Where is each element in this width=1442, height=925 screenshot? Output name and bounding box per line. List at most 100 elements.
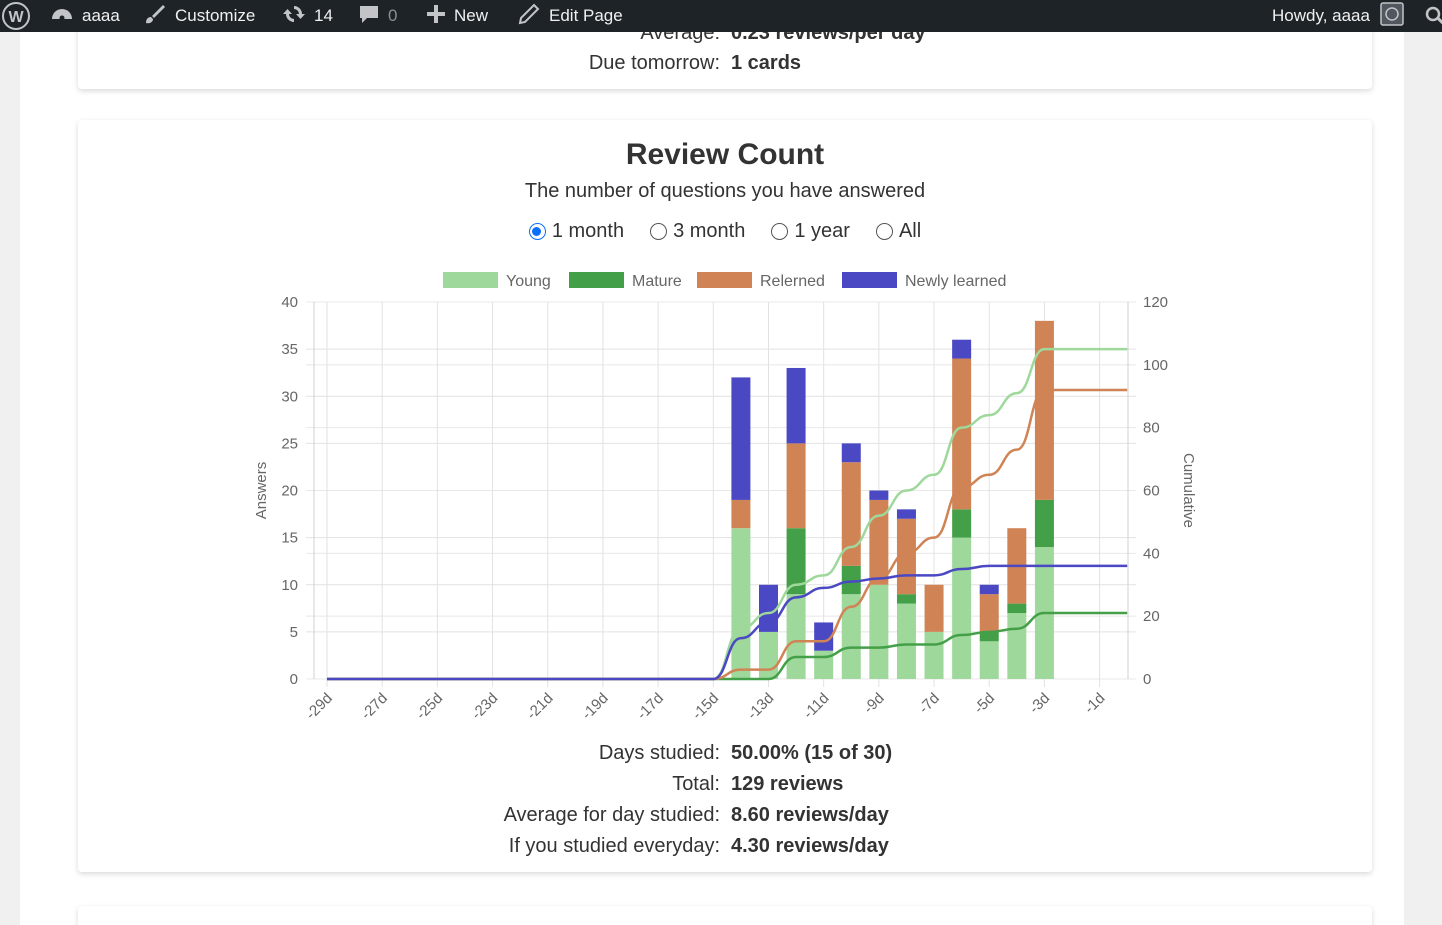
bar-segment — [731, 528, 751, 679]
y2-tick-label: 100 — [1143, 357, 1168, 374]
comment-bubble-icon — [358, 3, 380, 30]
stat-value: 8.60 reviews/day — [731, 804, 889, 826]
stat-value: 50.00% (15 of 30) — [731, 742, 893, 764]
card-subtitle: The number of questions you have answere… — [524, 180, 926, 202]
chart-cumulative-lines — [327, 347, 1128, 681]
comments-count: 0 — [388, 6, 398, 25]
bar-segment — [924, 584, 944, 632]
stat-label: Days studied: — [598, 742, 720, 764]
range-all[interactable]: All — [875, 220, 921, 243]
y2-tick-label: 80 — [1143, 420, 1160, 437]
y2-tick-label: 0 — [1143, 671, 1151, 688]
bar-segment — [896, 603, 916, 679]
dashboard-icon — [50, 3, 74, 30]
bar-segment — [979, 594, 999, 632]
legend-label: Relerned — [760, 273, 825, 290]
bar-segment — [786, 443, 806, 529]
y-axis-title: Answers — [253, 462, 270, 520]
bar-segment — [952, 339, 972, 359]
radio-label: 1 year — [794, 220, 850, 242]
x-tick-label: -11d — [800, 690, 832, 722]
x-tick-label: -3d — [1026, 690, 1053, 717]
site-name: aaaa — [82, 6, 120, 25]
x-tick-label: -25d — [413, 690, 446, 723]
review-count-chart: 0510152025303540020406080100120-29d -27d -… — [253, 272, 1197, 723]
bar-segment — [1007, 603, 1027, 614]
y2-axis-title: Cumulative — [1180, 453, 1197, 528]
chart-bars — [731, 320, 1054, 679]
bar-segment — [1034, 499, 1054, 548]
radio-circle[interactable] — [875, 223, 893, 240]
legend-label: Young — [506, 273, 551, 290]
radio-label: 3 month — [673, 220, 746, 242]
stat-value: 1 cards — [731, 52, 802, 74]
chart-legend[interactable]: Young Mature Relerned Newly learned — [443, 272, 1006, 290]
bar-segment — [952, 537, 972, 679]
search-icon[interactable] — [1424, 0, 1442, 32]
bar-segment — [869, 490, 889, 500]
y2-tick-label: 120 — [1143, 294, 1168, 311]
range-1-month[interactable]: 1 month — [528, 220, 624, 243]
howdy-label: Howdy, aaaa — [1272, 6, 1370, 25]
radio-circle[interactable] — [650, 223, 668, 240]
stat-label: Due tomorrow: — [588, 52, 720, 74]
y-tick-label: 20 — [281, 483, 298, 500]
bar-segment — [731, 377, 751, 500]
x-tick-label: -13d — [744, 690, 777, 723]
plus-icon — [426, 4, 446, 29]
bar-segment — [1034, 320, 1054, 500]
stat-value: 129 reviews — [731, 773, 844, 795]
bar-segment — [731, 499, 751, 529]
x-tick-label: -1d — [1081, 690, 1108, 717]
x-tick-label: -5d — [971, 690, 998, 717]
legend-label: Mature — [632, 273, 682, 290]
pencil-icon — [517, 3, 541, 30]
legend-swatch — [842, 272, 897, 288]
updates-link[interactable]: 14 — [282, 0, 333, 32]
my-account-menu[interactable]: Howdy, aaaa — [1272, 0, 1404, 32]
range-3-month[interactable]: 3 month — [650, 220, 745, 243]
admin-bar: W aaaa Customize 14 0 New Edit Page Howd… — [0, 0, 1442, 32]
bar-segment — [786, 594, 806, 679]
site-name-menu[interactable]: aaaa — [50, 0, 120, 32]
new-content-menu[interactable]: New — [426, 0, 488, 32]
stat-average-day-studied: Average for day studied: 8.60 reviews/da… — [78, 804, 1372, 828]
range-1-year[interactable]: 1 year — [771, 220, 850, 243]
bar-segment — [786, 367, 806, 444]
x-tick-label: -27d — [358, 690, 391, 723]
stat-label: Average for day studied: — [503, 804, 720, 826]
avatar — [1380, 1, 1404, 31]
y2-tick-label: 20 — [1143, 608, 1160, 625]
x-tick-label: -21d — [523, 690, 556, 723]
x-tick-label: -9d — [860, 690, 887, 717]
bar-segment — [1007, 613, 1027, 679]
y-tick-label: 10 — [281, 577, 298, 594]
stat-value: 4.30 reviews/day — [731, 835, 889, 857]
legend-swatch — [443, 272, 498, 288]
next-stats-card — [78, 906, 1372, 925]
y-tick-label: 35 — [281, 341, 298, 358]
y-tick-label: 25 — [281, 435, 298, 452]
y-tick-label: 40 — [281, 294, 298, 311]
radio-circle[interactable] — [528, 223, 546, 240]
comments-link[interactable]: 0 — [358, 0, 397, 32]
bar-segment — [979, 641, 999, 679]
card-title: Review Count — [625, 138, 825, 171]
legend-label: Newly learned — [905, 273, 1006, 290]
bar-segment — [979, 584, 999, 595]
wordpress-logo-icon[interactable]: W — [0, 0, 32, 32]
customize-label: Customize — [175, 6, 256, 25]
customize-link[interactable]: Customize — [143, 0, 255, 32]
stat-label: If you studied everyday: — [508, 835, 720, 857]
review-count-card: Review Count The number of questions you… — [78, 120, 1372, 872]
y-tick-label: 30 — [281, 388, 298, 405]
svg-text:W: W — [8, 9, 24, 26]
updates-count: 14 — [314, 6, 333, 25]
y-tick-label: 0 — [290, 671, 298, 688]
x-tick-label: -7d — [916, 690, 943, 717]
edit-page-link[interactable]: Edit Page — [517, 0, 623, 32]
x-tick-label: -29d — [303, 690, 336, 723]
stat-average-everyday: If you studied everyday: 4.30 reviews/da… — [78, 835, 1372, 859]
radio-circle[interactable] — [771, 223, 789, 240]
x-tick-label: -15d — [689, 690, 722, 723]
